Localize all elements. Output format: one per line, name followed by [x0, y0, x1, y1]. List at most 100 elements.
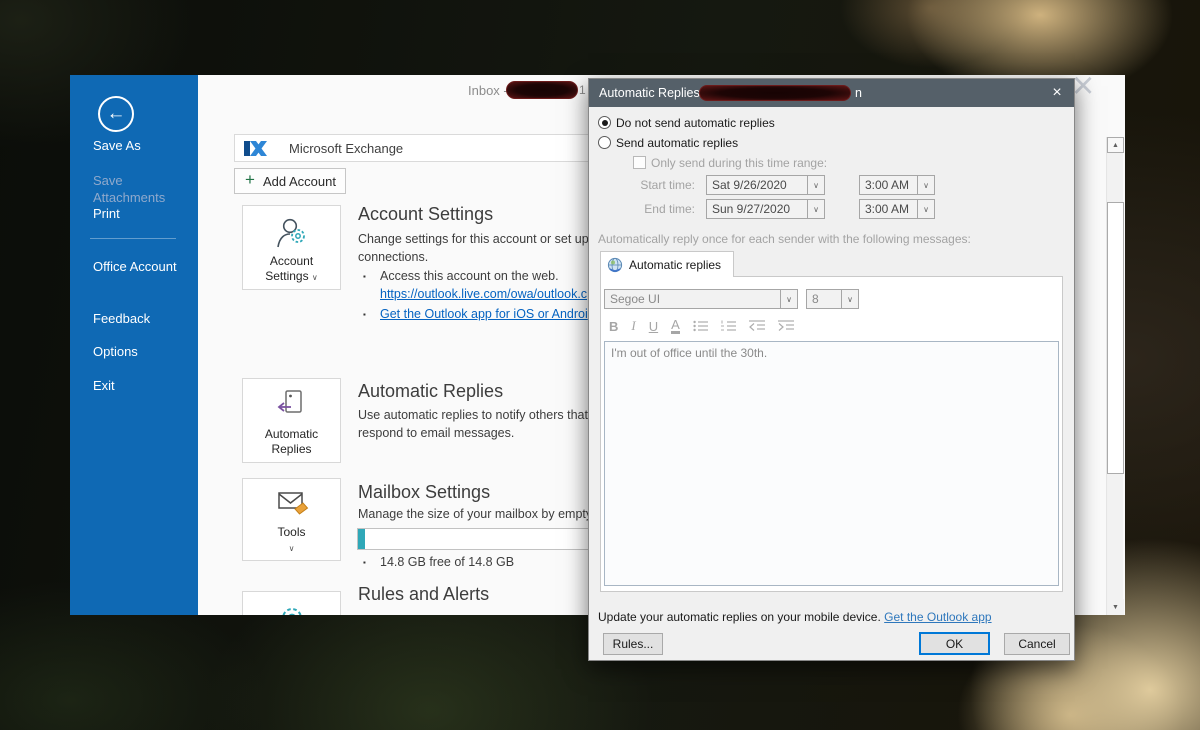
close-icon: ×	[1052, 84, 1061, 102]
chevron-down-icon: ∨	[807, 200, 824, 218]
start-date-value: Sat 9/26/2020	[707, 178, 807, 192]
section-title-automatic-replies: Automatic Replies	[358, 381, 503, 402]
dialog-titlebar[interactable]: Automatic Replies - n ×	[589, 79, 1074, 107]
account-type-label: Microsoft Exchange	[289, 141, 403, 156]
chevron-down-icon: ∨	[917, 200, 934, 218]
font-size-dropdown[interactable]: 8 ∨	[806, 289, 859, 309]
bullet-icon: ▪	[363, 310, 366, 319]
time-range-checkbox[interactable]	[633, 156, 646, 169]
start-time-dropdown[interactable]: 3:00 AM ∨	[859, 175, 935, 195]
dialog-title-trail: n	[855, 86, 862, 100]
cancel-button[interactable]: Cancel	[1004, 633, 1070, 655]
bold-button[interactable]: B	[609, 319, 618, 334]
up-arrow-icon: ▲	[1112, 142, 1119, 149]
end-time-value: 3:00 AM	[860, 202, 917, 216]
mailbox-tools-button[interactable]: Tools ∨	[242, 478, 341, 561]
automatic-replies-dialog: Automatic Replies - n × Do not send auto…	[588, 78, 1075, 661]
automatic-replies-desc-1: Use automatic replies to notify others t…	[358, 408, 598, 422]
chevron-down-icon: ∨	[289, 544, 295, 553]
sidebar-item-options[interactable]: Options	[93, 343, 193, 360]
desktop-wallpaper: ← Save As Save Attachments Print Office …	[0, 0, 1200, 730]
chevron-down-icon: ∨	[312, 273, 318, 282]
bullet-list-button[interactable]	[693, 320, 708, 332]
chevron-down-icon: ∨	[841, 290, 858, 308]
account-settings-desc-2: connections.	[358, 250, 428, 264]
reply-instruction-text: Automatically reply once for each sender…	[598, 232, 971, 246]
radio-do-not-send[interactable]	[598, 116, 611, 129]
numbered-list-button[interactable]	[721, 320, 736, 332]
automatic-replies-icon	[272, 389, 312, 423]
mailbox-desc: Manage the size of your mailbox by empty…	[358, 507, 595, 521]
section-title-mailbox-settings: Mailbox Settings	[358, 482, 490, 503]
mailbox-usage-fill	[358, 529, 365, 549]
end-date-value: Sun 9/27/2020	[707, 202, 807, 216]
font-color-button[interactable]: A	[671, 319, 680, 334]
ok-button-label: OK	[946, 637, 963, 651]
card-label-line2: Settings	[265, 269, 308, 283]
mobile-update-text: Update your automatic replies on your mo…	[598, 610, 881, 624]
reply-message-text: I'm out of office until the 30th.	[611, 346, 767, 360]
add-account-button[interactable]: + Add Account	[234, 168, 346, 194]
globe-icon	[607, 257, 623, 273]
decrease-indent-button[interactable]	[749, 320, 765, 332]
sidebar-item-save-as[interactable]: Save As	[93, 137, 193, 154]
italic-button[interactable]: I	[631, 318, 635, 334]
plus-icon: +	[245, 170, 255, 190]
start-date-dropdown[interactable]: Sat 9/26/2020 ∨	[706, 175, 825, 195]
radio-send[interactable]	[598, 136, 611, 149]
back-button[interactable]: ←	[98, 96, 134, 132]
section-title-account-settings: Account Settings	[358, 204, 493, 225]
card-label-line1: Automatic	[265, 427, 318, 441]
card-label-line1: Tools	[277, 525, 305, 539]
cancel-button-label: Cancel	[1018, 637, 1055, 651]
rules-alerts-button[interactable]	[242, 591, 341, 615]
redacted-email-header	[506, 81, 578, 99]
folder-breadcrumb-trail: 1	[579, 83, 586, 97]
mailbox-cleanup-icon	[272, 489, 312, 521]
sidebar-item-save-attachments[interactable]: Save Attachments	[93, 172, 193, 206]
exchange-logo-icon	[243, 137, 269, 161]
radio-do-not-send-label[interactable]: Do not send automatic replies	[616, 116, 775, 130]
ok-button[interactable]: OK	[919, 632, 990, 655]
dialog-title: Automatic Replies -	[599, 86, 707, 100]
vertical-scrollbar[interactable]: ▲ ▼	[1106, 137, 1123, 615]
underline-button[interactable]: U	[649, 319, 658, 334]
start-time-label: Start time:	[637, 178, 695, 192]
dialog-close-button[interactable]: ×	[1046, 81, 1068, 105]
sidebar-item-feedback[interactable]: Feedback	[93, 310, 193, 327]
scrollbar-thumb[interactable]	[1107, 202, 1124, 474]
automatic-replies-button[interactable]: Automatic Replies	[242, 378, 341, 463]
sidebar-item-exit[interactable]: Exit	[93, 377, 193, 394]
tab-label: Automatic replies	[629, 258, 721, 272]
down-arrow-icon: ▼	[1112, 604, 1119, 611]
sidebar-item-office-account[interactable]: Office Account	[93, 258, 193, 275]
account-settings-button[interactable]: Account Settings ∨	[242, 205, 341, 290]
sidebar-item-print[interactable]: Print	[93, 205, 193, 222]
font-family-value: Segoe UI	[605, 292, 780, 306]
get-outlook-app-dialog-link[interactable]: Get the Outlook app	[884, 610, 991, 624]
time-range-label[interactable]: Only send during this time range:	[651, 156, 827, 170]
increase-indent-button[interactable]	[778, 320, 794, 332]
section-title-rules-alerts: Rules and Alerts	[358, 584, 489, 605]
reply-message-textarea[interactable]: I'm out of office until the 30th.	[604, 341, 1059, 586]
radio-send-label[interactable]: Send automatic replies	[616, 136, 738, 150]
window-close-icon[interactable]: ×	[1072, 75, 1094, 108]
font-family-dropdown[interactable]: Segoe UI ∨	[604, 289, 798, 309]
tab-automatic-replies[interactable]: Automatic replies	[600, 251, 734, 277]
add-account-label: Add Account	[263, 174, 336, 189]
end-date-dropdown[interactable]: Sun 9/27/2020 ∨	[706, 199, 825, 219]
account-web-access-text: Access this account on the web.	[380, 269, 559, 283]
get-outlook-app-link[interactable]: Get the Outlook app for iOS or Androi	[380, 307, 588, 321]
bullet-icon: ▪	[363, 558, 366, 567]
end-time-dropdown[interactable]: 3:00 AM ∨	[859, 199, 935, 219]
rules-button[interactable]: Rules...	[603, 633, 663, 655]
mailbox-storage-text: 14.8 GB free of 14.8 GB	[380, 555, 514, 569]
owa-link[interactable]: https://outlook.live.com/owa/outlook.c	[380, 287, 587, 301]
rules-gear-icon	[272, 602, 312, 615]
account-settings-desc-1: Change settings for this account or set …	[358, 232, 603, 246]
scrollbar-up-button[interactable]: ▲	[1107, 137, 1124, 153]
automatic-replies-desc-2: respond to email messages.	[358, 426, 514, 440]
back-arrow-icon: ←	[107, 103, 126, 125]
scrollbar-down-button[interactable]: ▼	[1107, 599, 1124, 615]
end-time-label: End time:	[637, 202, 695, 216]
